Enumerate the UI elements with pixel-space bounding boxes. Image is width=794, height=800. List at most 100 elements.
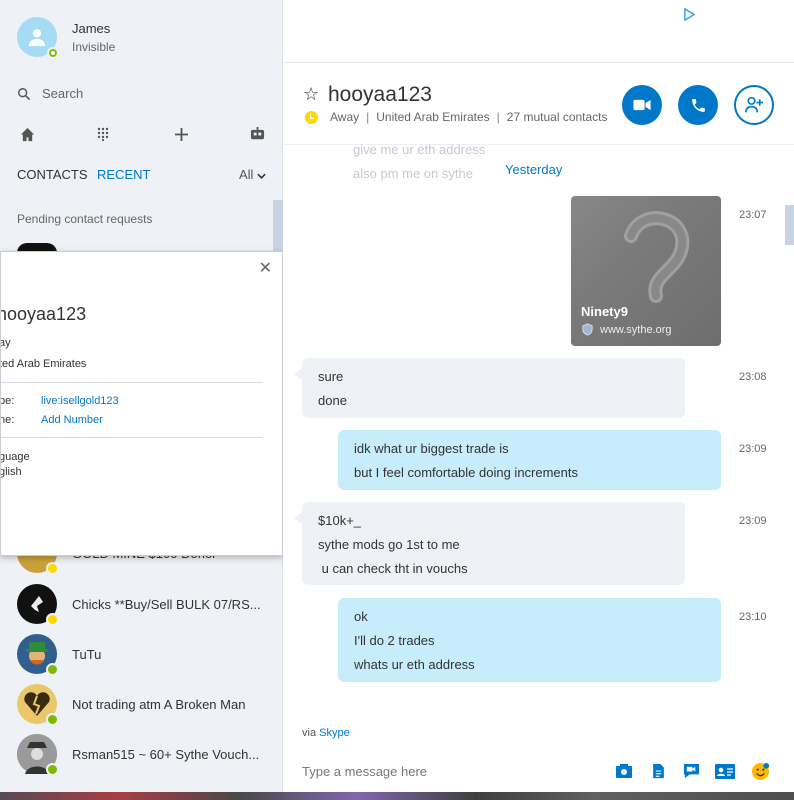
shield-icon [582, 323, 593, 336]
link-preview-title: Ninety9 [581, 304, 628, 319]
dialpad-icon[interactable] [93, 124, 113, 144]
link-preview-url-text: www.sythe.org [600, 323, 672, 336]
avatar [17, 634, 59, 676]
contact-card-icon[interactable] [715, 761, 735, 781]
message-line: done [318, 393, 347, 408]
divider [1, 382, 263, 383]
mutual-contacts-link[interactable]: 27 mutual contacts [507, 110, 608, 124]
contact-name: TuTu [72, 646, 102, 662]
message-input[interactable]: Type a message here [302, 764, 427, 779]
via-skype: via Skype [302, 727, 350, 739]
message-list: give me ur eth address also pm me on syt… [283, 142, 794, 720]
audio-call-button[interactable] [678, 85, 718, 125]
message-timestamp: 23:10 [739, 611, 767, 623]
star-icon[interactable]: ☆ [303, 84, 319, 105]
popup-language-value: glish [0, 466, 22, 478]
divider [1, 437, 263, 438]
media-icon[interactable] [614, 761, 634, 781]
my-status[interactable]: Invisible [72, 40, 115, 54]
away-status-icon [305, 110, 318, 124]
sidebar-scrollbar[interactable] [273, 200, 283, 252]
avatar[interactable] [17, 17, 59, 59]
popup-skype-label: pe: [0, 395, 15, 407]
add-person-icon [745, 96, 763, 113]
chevron-down-icon [257, 173, 266, 179]
contact-name: Rsman515 ~ 60+ Sythe Vouch... [72, 746, 260, 762]
filter-all-dropdown[interactable]: All [239, 167, 266, 182]
message-line: u can check tht in vouchs [318, 561, 468, 576]
list-item[interactable]: TuTu [17, 633, 267, 676]
avatar [17, 734, 59, 776]
faded-message: give me ur eth address [353, 142, 486, 157]
message-bubble-outgoing[interactable]: ok I'll do 2 trades whats ur eth address [338, 598, 721, 682]
presence-text: Away [330, 110, 360, 124]
away-status-icon [46, 562, 59, 575]
link-preview-url[interactable]: www.sythe.org [581, 323, 672, 336]
message-line: idk what ur biggest trade is [354, 441, 509, 456]
home-icon[interactable] [17, 124, 37, 144]
message-line: ok [354, 609, 368, 624]
message-bubble-incoming[interactable]: $10k+_ sythe mods go 1st to me u can che… [294, 502, 685, 585]
chat-scrollbar[interactable] [785, 205, 794, 245]
video-call-icon [633, 99, 651, 111]
add-participant-button[interactable] [734, 85, 774, 125]
message-line: sure [318, 369, 344, 384]
popup-skype-id-link[interactable]: live:isellgold123 [41, 395, 119, 407]
my-name: James [72, 20, 111, 36]
popup-phone-label: ne: [0, 414, 15, 426]
close-icon[interactable]: ✕ [259, 258, 272, 278]
tab-contacts[interactable]: CONTACTS [17, 167, 88, 182]
message-line: whats ur eth address [354, 657, 475, 672]
video-message-icon[interactable] [681, 761, 701, 781]
message-bubble-outgoing[interactable]: idk what ur biggest trade is but I feel … [338, 430, 721, 490]
message-timestamp: 23:08 [739, 371, 767, 383]
taskbar-strip [0, 792, 794, 800]
online-status-icon [46, 663, 59, 676]
file-icon[interactable] [648, 761, 668, 781]
bot-icon[interactable] [247, 124, 267, 144]
emoji-icon[interactable] [750, 761, 770, 781]
message-bubble-incoming[interactable]: sure done [294, 358, 685, 418]
pending-requests-header[interactable]: Pending contact requests [17, 212, 152, 226]
avatar [17, 684, 59, 726]
message-line: I'll do 2 trades [354, 633, 435, 648]
plus-icon[interactable] [171, 124, 191, 144]
online-status-icon [46, 763, 59, 776]
location-text: United Arab Emirates [376, 110, 490, 124]
message-line: sythe mods go 1st to me [318, 537, 460, 552]
search-box[interactable]: Search [17, 86, 83, 101]
user-icon [28, 29, 46, 47]
list-item[interactable]: Rsman515 ~ 60+ Sythe Vouch... [17, 733, 267, 776]
list-item[interactable]: Chicks **Buy/Sell BULK 07/RS... [17, 583, 267, 626]
presence-invisible-icon [47, 47, 59, 59]
add-number-link[interactable]: Add Number [41, 414, 103, 426]
my-profile[interactable]: James Invisible [17, 17, 115, 59]
avatar [17, 584, 59, 626]
list-item[interactable]: Not trading atm A Broken Man [17, 683, 267, 726]
message-line: $10k+_ [318, 513, 362, 528]
away-status-icon [46, 613, 59, 626]
date-separator: Yesterday [505, 162, 563, 177]
message-line: but I feel comfortable doing increments [354, 465, 579, 480]
video-call-button[interactable] [622, 85, 662, 125]
message-timestamp: 23:09 [739, 443, 767, 455]
ad-banner [283, 0, 794, 63]
ad-choices-icon[interactable] [683, 7, 696, 24]
link-preview-card[interactable]: Ninety9 www.sythe.org [571, 196, 721, 346]
sidebar-nav [17, 124, 267, 144]
popup-language-label: guage [0, 451, 30, 463]
search-label: Search [42, 86, 84, 101]
chat-title[interactable]: hooyaa123 [328, 83, 432, 107]
online-status-icon [46, 713, 59, 726]
phone-icon [691, 98, 705, 112]
contact-profile-popup: ✕ hooyaa123 ay ted Arab Emirates pe: liv… [0, 251, 283, 556]
message-timestamp: 23:09 [739, 515, 767, 527]
chat-header: ☆ hooyaa123 Away | United Arab Emirates … [283, 63, 794, 145]
contact-name: Not trading atm A Broken Man [72, 696, 246, 712]
popup-status: ay [0, 337, 11, 349]
tab-recent[interactable]: RECENT [97, 167, 150, 182]
popup-country: ted Arab Emirates [0, 358, 87, 370]
popup-contact-name: hooyaa123 [0, 304, 87, 324]
skype-link[interactable]: Skype [319, 727, 350, 739]
contact-name: Chicks **Buy/Sell BULK 07/RS... [72, 596, 261, 612]
